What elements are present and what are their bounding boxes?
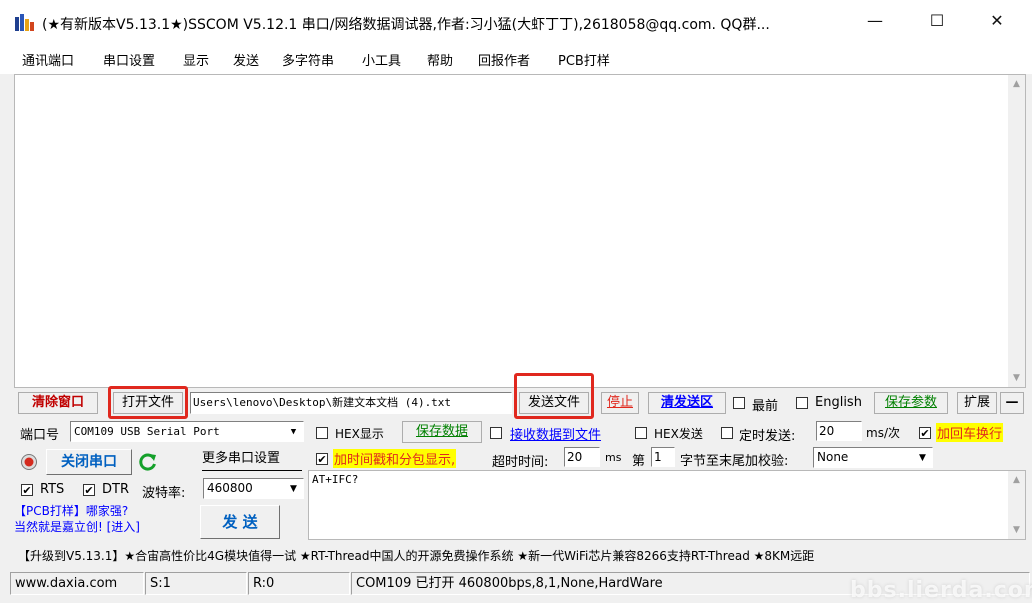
send-scrollbar[interactable]: ▲ ▼ (1008, 471, 1025, 539)
recv-to-file-checkbox[interactable] (490, 427, 502, 439)
status-recv-count: R:0 (248, 572, 350, 595)
send-text-content: AT+IFC? (312, 473, 359, 486)
port-label: 端口号 (20, 428, 60, 443)
save-data-button[interactable]: 保存数据 (402, 421, 482, 443)
baud-label: 波特率: (142, 486, 186, 501)
maximize-button[interactable]: ☐ (914, 0, 960, 42)
save-params-button[interactable]: 保存参数 (874, 392, 948, 414)
title-bar[interactable]: (★有新版本V5.13.1★)SSCOM V5.12.1 串口/网络数据调试器,… (0, 0, 1032, 42)
port-status-led-icon (21, 454, 37, 470)
english-checkbox[interactable] (796, 397, 808, 409)
port-select[interactable]: COM109 USB Serial Port ▼ (70, 421, 304, 442)
baud-select[interactable]: 460800 ▼ (203, 478, 304, 499)
receive-area[interactable]: ▲ ▼ (14, 74, 1026, 388)
watermark: bbs.lierda.com (850, 578, 1032, 603)
hex-display-checkbox[interactable] (316, 427, 328, 439)
hex-display-label: HEX显示 (335, 427, 384, 441)
send-button[interactable]: 发 送 (200, 505, 280, 539)
sscom-window: (★有新版本V5.13.1★)SSCOM V5.12.1 串口/网络数据调试器,… (0, 0, 1032, 603)
close-port-button[interactable]: 关闭串口 (46, 449, 132, 475)
interval-unit-label: ms/次 (866, 426, 900, 440)
timeout-field[interactable]: 20 (564, 447, 600, 467)
hex-send-label: HEX发送 (654, 427, 703, 441)
baud-value: 460800 (207, 481, 253, 495)
more-serial-settings-link[interactable]: 更多串口设置 (202, 449, 302, 471)
menu-comm-port[interactable]: 通讯端口 (22, 50, 74, 69)
add-crlf-checkbox[interactable] (919, 427, 931, 439)
byte-index-field[interactable]: 1 (651, 447, 675, 467)
english-label: English (815, 395, 862, 410)
chevron-down-icon[interactable]: ▼ (915, 449, 930, 466)
menu-display[interactable]: 显示 (183, 50, 209, 69)
status-website[interactable]: www.daxia.com (10, 572, 144, 595)
scroll-down-icon[interactable]: ▼ (1008, 373, 1025, 383)
open-file-highlight (108, 386, 188, 419)
menu-bar: 通讯端口 串口设置 显示 发送 多字符串 小工具 帮助 回报作者 PCB打样 (0, 42, 1032, 74)
menu-serial-settings[interactable]: 串口设置 (103, 50, 155, 69)
stop-button[interactable]: 停止 (601, 392, 639, 414)
add-crlf-label: 加回车换行 (936, 423, 1004, 442)
clear-window-button[interactable]: 清除窗口 (18, 392, 98, 414)
menu-report-author[interactable]: 回报作者 (478, 50, 530, 69)
recv-to-file-label[interactable]: 接收数据到文件 (510, 424, 601, 443)
checksum-value: None (817, 450, 849, 464)
topmost-label: 最前 (752, 399, 779, 414)
menu-tools[interactable]: 小工具 (362, 50, 401, 69)
timed-send-interval-field[interactable]: 20 (816, 421, 862, 441)
timed-send-label: 定时发送: (739, 429, 796, 444)
timeout-label: 超时时间: (492, 455, 549, 470)
send-file-highlight (514, 373, 594, 419)
timestamp-label: 加时间戳和分包显示, (333, 449, 457, 468)
hex-send-checkbox[interactable] (635, 427, 647, 439)
port-value: COM109 USB Serial Port (74, 425, 220, 438)
chevron-down-icon[interactable]: ▼ (286, 480, 301, 497)
app-icon (15, 14, 34, 31)
send-text-area[interactable]: AT+IFC? ▲ ▼ (308, 470, 1026, 540)
expand-button[interactable]: 扩展 (957, 392, 997, 414)
timed-send-checkbox[interactable] (721, 427, 733, 439)
timeout-unit-label: ms (605, 451, 622, 464)
timestamp-checkbox[interactable] (316, 453, 328, 465)
chevron-down-icon[interactable]: ▼ (286, 423, 301, 440)
checksum-label: 字节至末尾加校验: (680, 454, 789, 469)
status-sent-count: S:1 (145, 572, 247, 595)
menu-help[interactable]: 帮助 (427, 50, 453, 69)
menu-pcb-proto[interactable]: PCB打样 (558, 50, 610, 69)
byte-prefix-label: 第 (632, 454, 646, 469)
news-ticker[interactable]: 【升级到V5.13.1】★合宙高性价比4G模块值得一试 ★RT-Thread中国… (18, 545, 1030, 567)
close-button[interactable]: ✕ (974, 0, 1020, 42)
clear-send-area-button[interactable]: 清发送区 (648, 392, 726, 414)
menu-multi-string[interactable]: 多字符串 (282, 50, 334, 69)
refresh-icon[interactable] (138, 452, 158, 472)
file-path-field[interactable]: Users\lenovo\Desktop\新建文本文档 (4).txt (190, 392, 512, 414)
pcb-ad-line2: 当然就是嘉立创! [进入] (14, 520, 140, 534)
dtr-checkbox[interactable] (83, 484, 95, 496)
scroll-up-icon[interactable]: ▲ (1008, 475, 1025, 485)
checksum-select[interactable]: None ▼ (813, 447, 933, 468)
window-title: (★有新版本V5.13.1★)SSCOM V5.12.1 串口/网络数据调试器,… (42, 17, 770, 33)
minimize-button[interactable]: — (852, 0, 898, 42)
topmost-checkbox[interactable] (733, 397, 745, 409)
rts-label: RTS (40, 482, 65, 497)
receive-scrollbar[interactable]: ▲ ▼ (1008, 75, 1025, 387)
scroll-down-icon[interactable]: ▼ (1008, 525, 1025, 535)
collapse-button[interactable]: — (1000, 392, 1024, 414)
dtr-label: DTR (102, 482, 129, 497)
pcb-ad-line1: 【PCB打样】哪家强? (14, 504, 129, 518)
scroll-up-icon[interactable]: ▲ (1008, 79, 1025, 89)
rts-checkbox[interactable] (21, 484, 33, 496)
pcb-ad-link[interactable]: 【PCB打样】哪家强? 当然就是嘉立创! [进入] (14, 503, 200, 535)
menu-send[interactable]: 发送 (233, 50, 259, 69)
